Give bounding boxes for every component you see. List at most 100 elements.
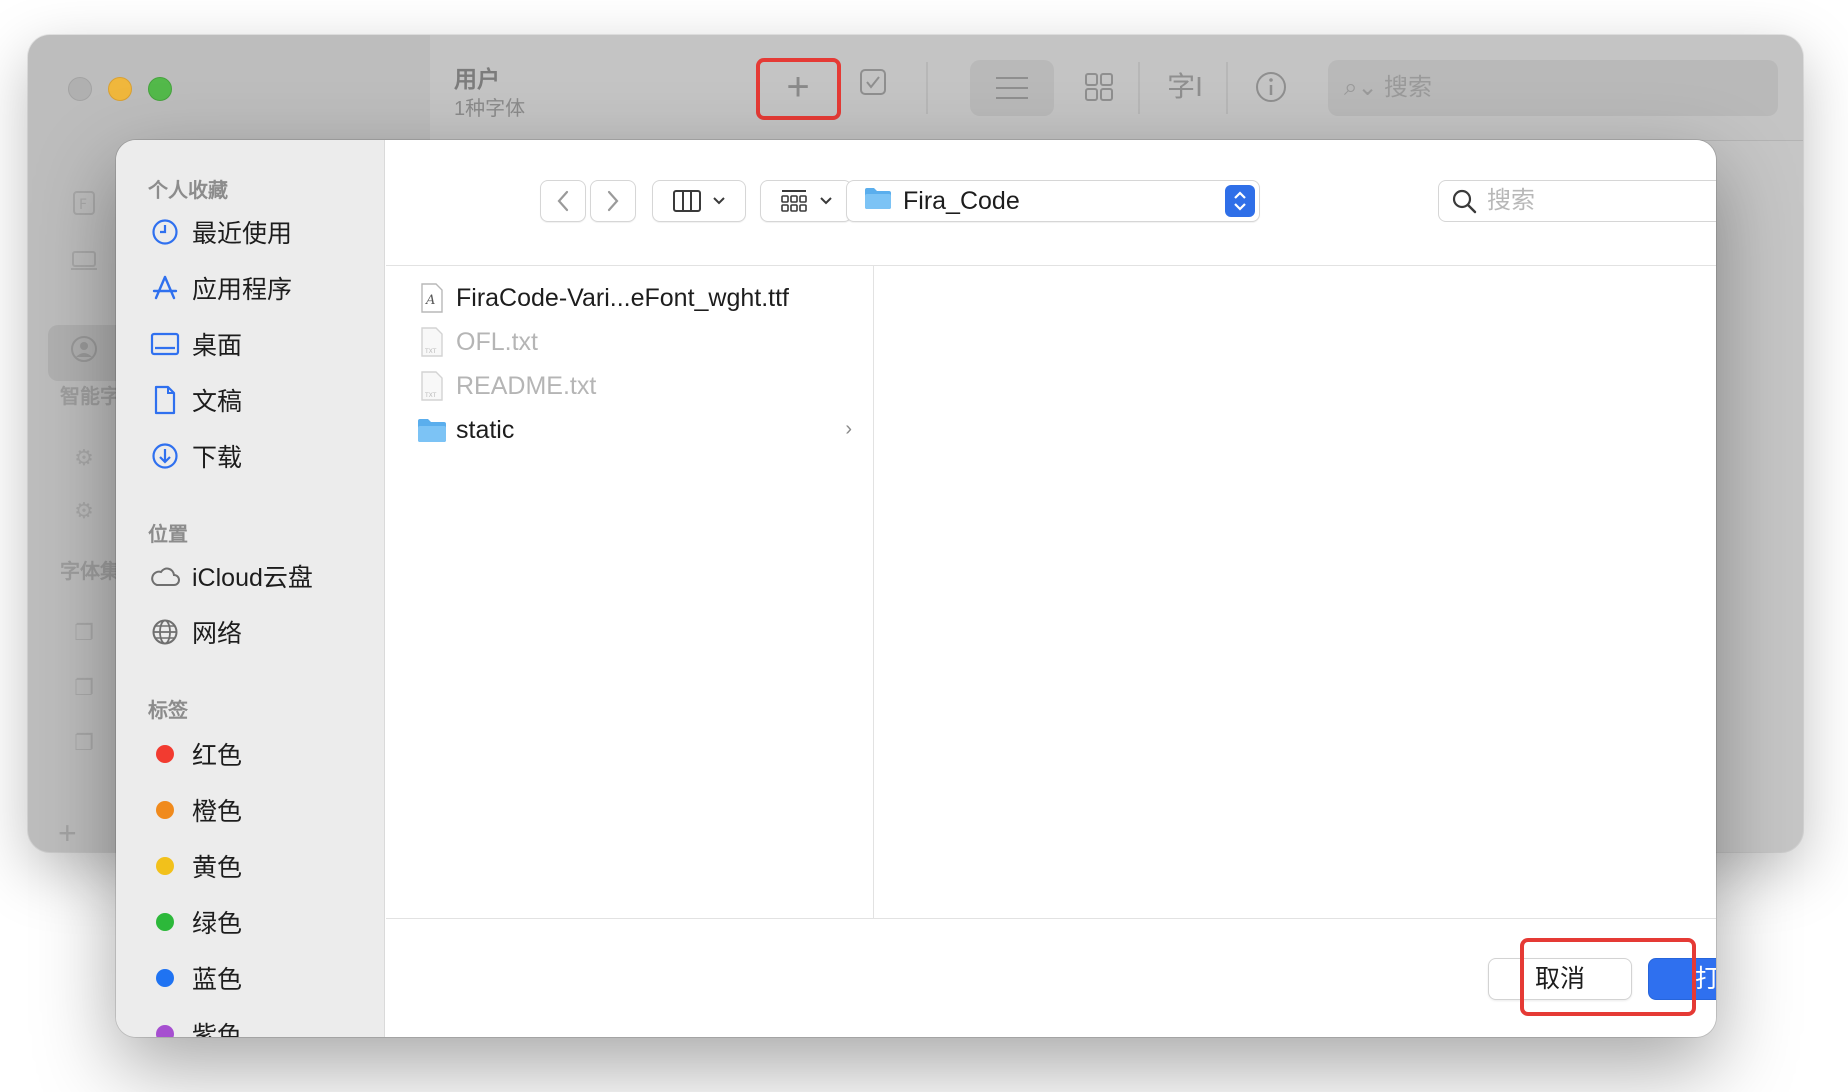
close-window-button[interactable] [68,77,92,101]
svg-text:TXT: TXT [424,392,437,399]
tag-label: 黄色 [192,854,243,882]
column-view-button[interactable] [652,180,746,222]
section-favorites: 个人收藏 [148,180,228,202]
chevron-right-icon [607,190,619,212]
tag-dot-icon [156,745,174,763]
dialog-footer: 取消 打开 [386,918,1716,1037]
folder-icon [416,413,448,447]
desktop-icon [148,327,182,361]
sidebar-item-desktop[interactable]: 桌面 [148,322,378,366]
file-row-ofl: TXT OFL.txt [416,322,856,362]
validate-font-button[interactable] [850,62,896,112]
tag-dot-icon [156,969,174,987]
font-sample-button[interactable]: 字I [1160,62,1210,112]
search-icon [1452,189,1477,214]
search-icon: ⌕⌄ [1344,74,1378,101]
dialog-sidebar: 个人收藏 最近使用 应用程序 桌面 文稿 下载 位置 iCloud云盘 网络 标… [116,140,385,1037]
font-file-icon: A [416,281,448,315]
file-name: README.txt [456,371,597,400]
window-subtitle: 1种字体 [454,98,526,120]
list-icon [996,77,1028,99]
toolbar-divider [1226,62,1228,114]
file-row-font[interactable]: A FiraCode-Vari...eFont_wght.ttf [416,278,856,318]
dialog-toolbar: Fira_Code [386,140,1716,266]
chevron-left-icon [557,190,569,212]
info-button[interactable] [1248,62,1294,112]
preview-column [875,266,1716,918]
columns-icon [673,190,701,212]
toolbar-divider [1138,62,1140,114]
user-icon [66,335,102,371]
file-name: static [456,415,515,444]
computer-icon [66,247,102,283]
collection-label: 字体集 [60,561,120,583]
sidebar-item-downloads[interactable]: 下载 [148,434,378,478]
sidebar-item-network[interactable]: 网络 [148,610,378,654]
add-collection-icon[interactable]: + [58,815,77,852]
tag-dot-icon [156,913,174,931]
tag-label: 红色 [192,742,243,770]
forward-button[interactable] [590,180,636,222]
dialog-main: Fira_Code A FiraCode-Vari...eFont_wght.t… [386,140,1716,1037]
sidebar-tag-red[interactable]: 红色 [148,732,378,776]
highlight-open-button [1520,938,1696,1016]
sidebar-item-label: 桌面 [192,332,243,360]
app-store-icon [148,271,182,305]
gear-icon: ⚙ [74,445,94,470]
grid-view-button[interactable] [1076,62,1122,112]
sidebar-tag-blue[interactable]: 蓝色 [148,956,378,1000]
list-view-button[interactable] [970,60,1054,116]
tag-label: 蓝色 [192,966,243,994]
font-book-search-placeholder: 搜索 [1384,74,1432,101]
open-file-dialog: 个人收藏 最近使用 应用程序 桌面 文稿 下载 位置 iCloud云盘 网络 标… [116,140,1716,1037]
group-grid-icon [781,190,807,212]
sidebar-item-documents[interactable]: 文稿 [148,378,378,422]
svg-text:TXT: TXT [424,348,437,355]
group-by-button[interactable] [760,180,852,222]
file-row-readme: TXT README.txt [416,366,856,406]
back-button[interactable] [540,180,586,222]
tag-dot-icon [156,801,174,819]
sidebar-item-recents[interactable]: 最近使用 [148,210,378,254]
sidebar-tag-orange[interactable]: 橙色 [148,788,378,832]
chevron-right-icon: › [845,418,852,440]
info-icon [1256,72,1286,102]
dialog-search-input[interactable] [1487,187,1716,215]
document-icon [148,383,182,417]
tag-label: 紫色 [192,1022,243,1037]
sidebar-item-icloud[interactable]: iCloud云盘 [148,554,378,598]
smart-collection-label: 智能字 [60,386,120,408]
chevron-down-icon [820,197,832,205]
chevron-down-icon [713,197,725,205]
gear-icon: ⚙ [74,498,94,523]
font-sample-icon: 字I [1167,71,1203,102]
dialog-search-field[interactable] [1438,180,1716,222]
checkbox-icon [860,69,886,95]
file-browser-column: A FiraCode-Vari...eFont_wght.ttf TXT OFL… [386,266,874,918]
font-book-search-field[interactable]: ⌕⌄ 搜索 [1328,60,1778,116]
collection-icon: ❐ [74,675,94,700]
sidebar-item-label: iCloud云盘 [192,564,313,592]
file-row-static-folder[interactable]: static › [416,410,856,450]
sidebar-item-label: 文稿 [192,388,243,416]
sidebar-tag-yellow[interactable]: 黄色 [148,844,378,888]
current-folder-name: Fira_Code [903,186,1020,215]
sidebar-tag-purple[interactable]: 紫色 [148,1012,378,1037]
sidebar-item-label: 应用程序 [192,276,293,304]
text-file-icon: TXT [416,369,448,403]
sidebar-item-applications[interactable]: 应用程序 [148,266,378,310]
sidebar-tag-green[interactable]: 绿色 [148,900,378,944]
tag-dot-icon [156,857,174,875]
folder-path-popup[interactable]: Fira_Code [846,180,1260,222]
text-file-icon: TXT [416,325,448,359]
cloud-icon [148,559,182,593]
section-locations: 位置 [148,524,188,546]
collection-icon: ❐ [74,730,94,755]
font-f-icon: F [66,190,102,226]
minimize-window-button[interactable] [108,77,132,101]
maximize-window-button[interactable] [148,77,172,101]
svg-text:A: A [425,293,435,308]
sidebar-item-label: 下载 [192,444,243,472]
file-name: OFL.txt [456,327,538,356]
tag-label: 橙色 [192,798,243,826]
